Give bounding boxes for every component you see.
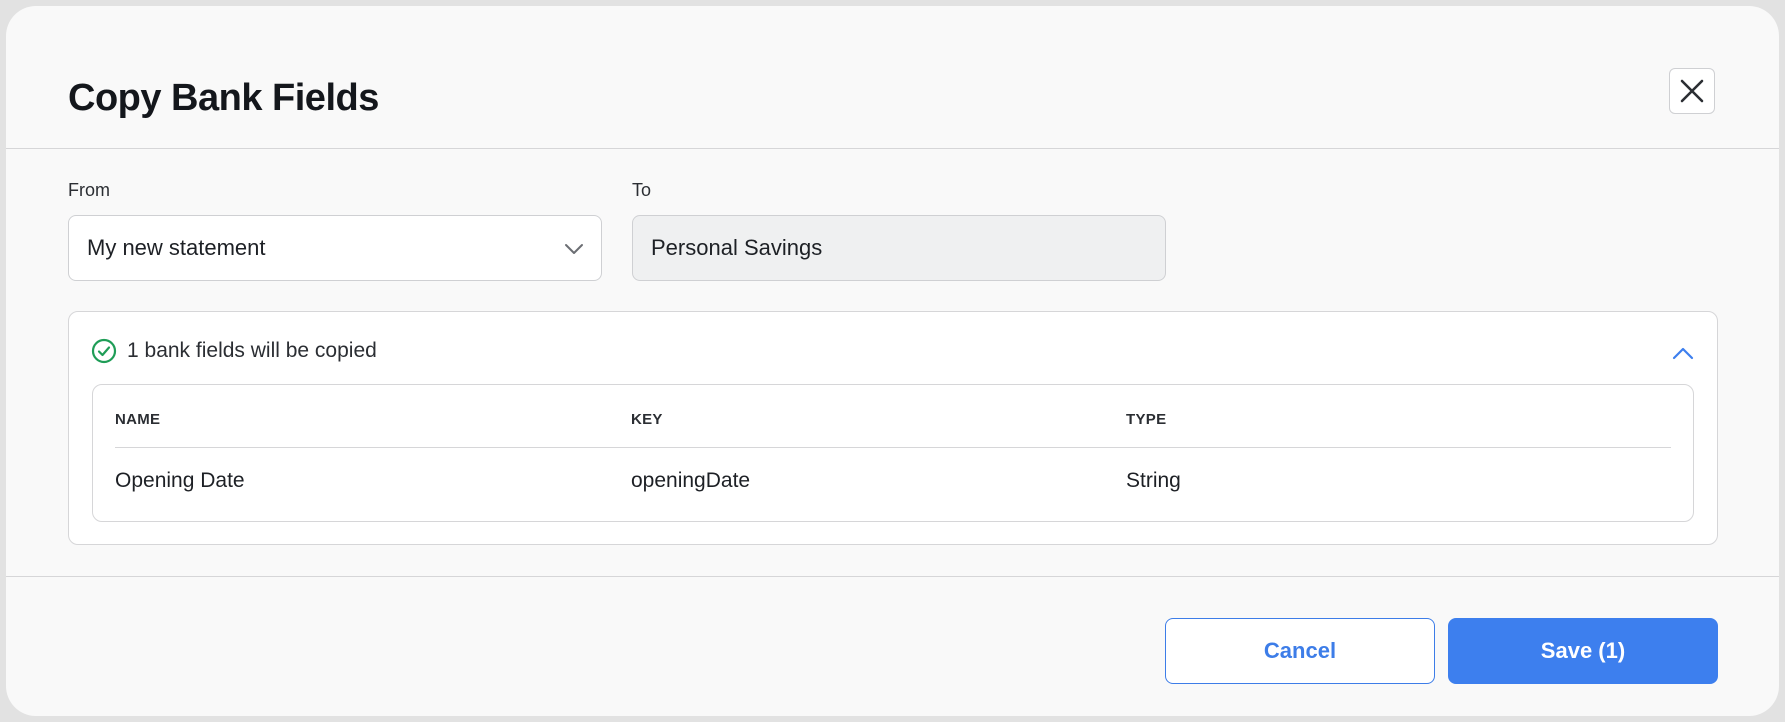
from-select[interactable]: My new statement — [68, 215, 602, 281]
close-icon — [1680, 79, 1704, 103]
fields-summary-panel: 1 bank fields will be copied NAME KEY TY… — [68, 311, 1718, 545]
summary-text: 1 bank fields will be copied — [127, 339, 377, 362]
collapse-toggle[interactable] — [1671, 342, 1695, 371]
cancel-button[interactable]: Cancel — [1165, 618, 1435, 684]
column-header-key: KEY — [631, 411, 663, 428]
chevron-up-icon — [1672, 347, 1694, 360]
save-button[interactable]: Save (1) — [1448, 618, 1718, 684]
from-label: From — [68, 180, 110, 200]
to-field-value: Personal Savings — [651, 235, 823, 260]
cell-key: openingDate — [631, 469, 751, 492]
table-header-divider — [115, 447, 1671, 448]
column-header-name: NAME — [115, 411, 161, 428]
dialog-header: Copy Bank Fields — [6, 6, 1779, 149]
to-field: Personal Savings — [632, 215, 1166, 281]
column-header-type: TYPE — [1126, 411, 1167, 428]
close-button[interactable] — [1669, 68, 1715, 114]
summary-header: 1 bank fields will be copied — [91, 338, 377, 364]
cell-type: String — [1126, 469, 1181, 492]
dialog-footer: Cancel Save (1) — [6, 576, 1779, 716]
copy-bank-fields-dialog: Copy Bank Fields From My new statement T… — [6, 6, 1779, 716]
from-select-value: My new statement — [87, 235, 266, 260]
to-label: To — [632, 180, 652, 200]
fields-table: NAME KEY TYPE Opening Date openingDate S… — [92, 384, 1694, 522]
cell-name: Opening Date — [115, 469, 245, 492]
chevron-down-icon — [565, 244, 583, 254]
check-circle-icon — [91, 338, 117, 364]
dialog-title: Copy Bank Fields — [68, 77, 379, 119]
